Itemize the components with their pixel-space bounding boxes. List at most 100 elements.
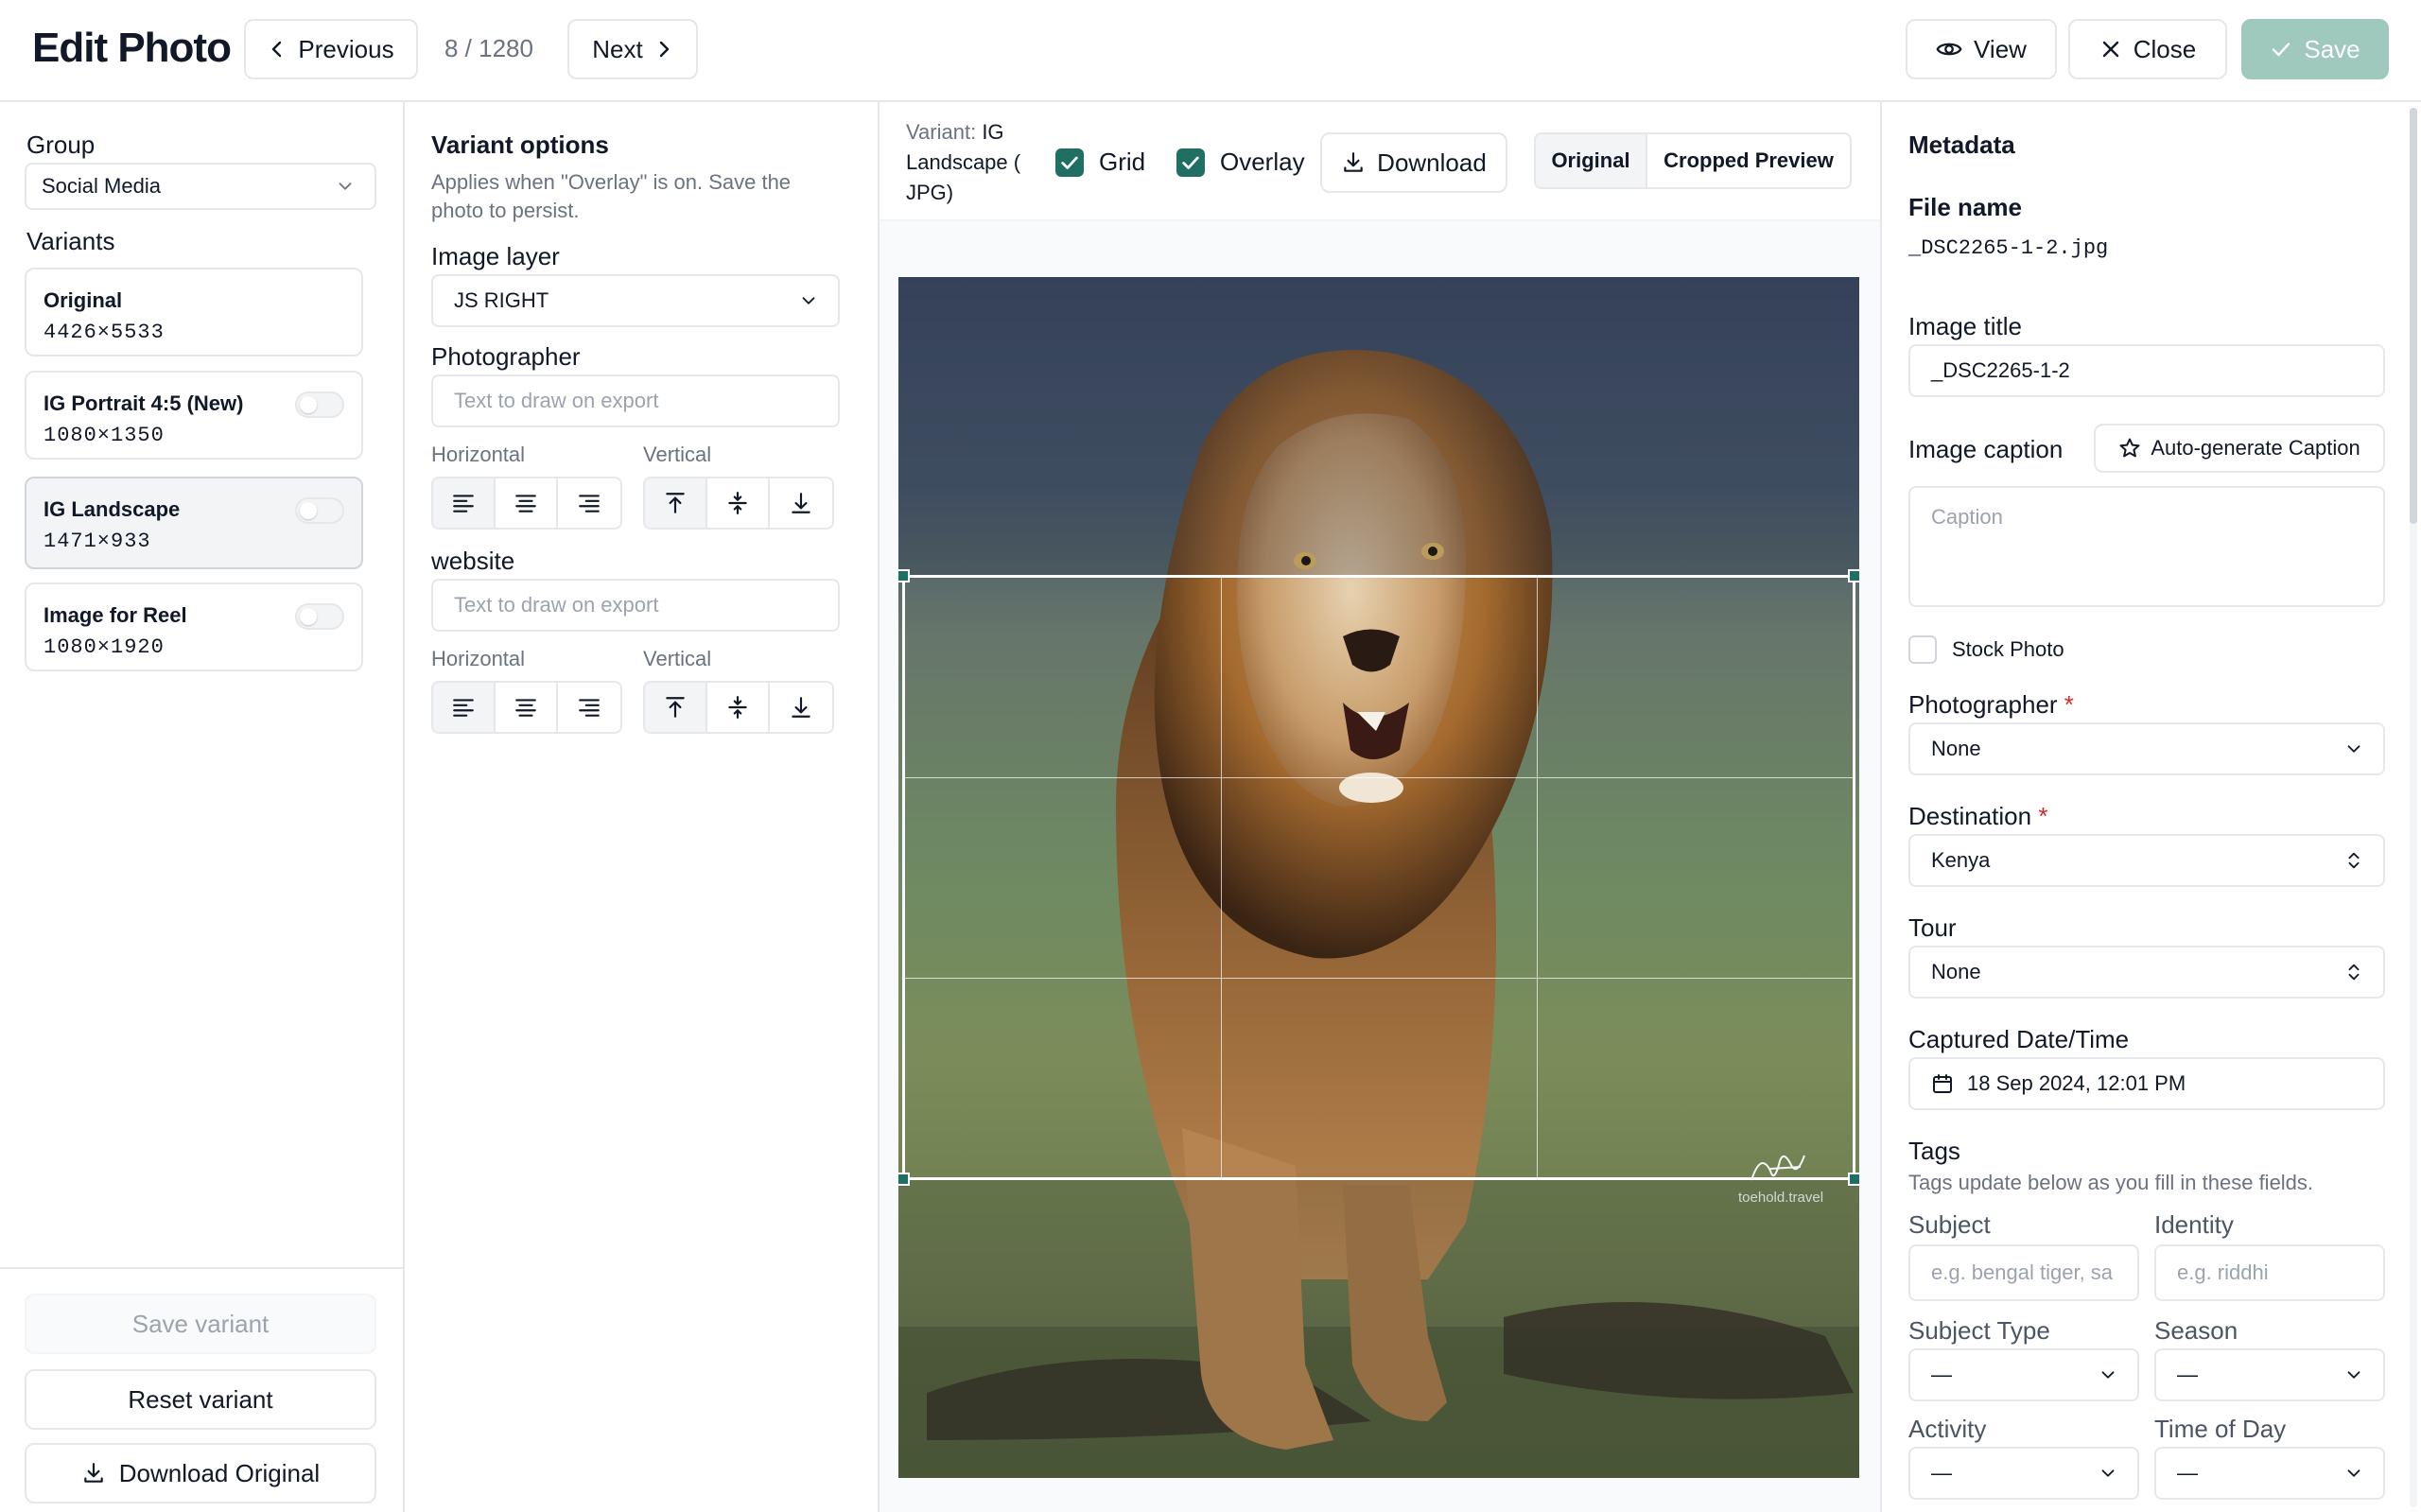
image-layer-label: Image layer [431,242,560,270]
reset-variant-button[interactable]: Reset variant [25,1369,376,1430]
chevron-right-icon [659,41,669,58]
crop-handle-br[interactable] [1848,1173,1859,1186]
download-label: Download [1377,148,1487,177]
next-label: Next [592,34,643,63]
align-top-button[interactable] [645,683,707,732]
subject-type-select[interactable]: — [1908,1348,2139,1401]
image-layer-select[interactable]: JS RIGHT [431,274,840,327]
identity-input[interactable]: e.g. riddhi [2154,1244,2385,1301]
star-icon [2119,438,2140,458]
image-layer-value: JS RIGHT [454,288,549,312]
destination-value: Kenya [1931,848,1991,872]
align-top-button[interactable] [645,478,707,528]
caption-placeholder: Caption [1931,505,2003,529]
crop-grid-h2 [905,977,1853,979]
time-of-day-select[interactable]: — [2154,1447,2385,1500]
website-input[interactable]: Text to draw on export [431,579,840,632]
variant-name-line3: JPG) [906,181,954,204]
align-bottom-button[interactable] [770,478,832,528]
align-bottom-button[interactable] [770,683,832,732]
align-right-button[interactable] [558,683,620,732]
horizontal-label-2: Horizontal [431,647,526,670]
variant-name-line1: IG [982,120,1004,144]
chevron-left-icon [272,41,282,58]
view-button[interactable]: View [1906,19,2057,79]
variant-toggle[interactable] [295,391,344,418]
chevron-down-icon [2347,745,2360,753]
tour-select[interactable]: None [1908,946,2385,999]
tab-original[interactable]: Original [1536,134,1647,187]
overlay-checkbox[interactable]: Overlay [1176,148,1305,177]
crop-handle-tl[interactable] [898,569,910,582]
photographer-value: None [1931,737,1981,760]
download-original-button[interactable]: Download Original [25,1443,376,1503]
previous-button[interactable]: Previous [244,19,418,79]
variant-card-original[interactable]: Original 4426×5533 [25,268,363,356]
download-icon [84,1463,103,1483]
identity-placeholder: e.g. riddhi [2177,1260,2269,1284]
grid-check [1055,148,1084,177]
chevron-down-icon [339,182,352,190]
variant-toggle[interactable] [295,603,344,630]
tab-cropped-preview[interactable]: Cropped Preview [1647,134,1850,187]
next-button[interactable]: Next [567,19,698,79]
variant-options-panel: Variant options Applies when "Overlay" i… [405,102,880,1512]
preview-tabs: Original Cropped Preview [1534,132,1852,189]
chevron-down-icon [802,297,815,304]
align-left-button[interactable] [433,683,496,732]
photographer-select[interactable]: None [1908,722,2385,775]
crop-handle-tr[interactable] [1848,569,1859,582]
captured-label: Captured Date/Time [1908,1025,2130,1053]
season-select[interactable]: — [2154,1348,2385,1401]
align-middle-button[interactable] [707,478,770,528]
page-title: Edit Photo [32,25,232,71]
variant-card-ig-portrait[interactable]: IG Portrait 4:5 (New) 1080×1350 [25,371,363,460]
image-title-input[interactable]: _DSC2265-1-2 [1908,344,2385,397]
download-icon [1344,152,1363,172]
tags-hint: Tags update below as you fill in these f… [1908,1171,2314,1194]
subject-input[interactable]: e.g. bengal tiger, sa [1908,1244,2139,1301]
file-name-label: File name [1908,193,2022,221]
previous-label: Previous [298,34,394,63]
grid-checkbox[interactable]: Grid [1055,148,1145,177]
close-button[interactable]: Close [2068,19,2227,79]
save-variant-label: Save variant [131,1309,270,1338]
stock-photo-checkbox[interactable]: Stock Photo [1908,635,2064,664]
image-title-label: Image title [1908,312,2022,340]
photo-canvas[interactable]: toehold.travel [898,277,1859,1478]
align-left-button[interactable] [433,478,496,528]
crop-rectangle[interactable] [898,569,1859,1186]
variant-card-reel[interactable]: Image for Reel 1080×1920 [25,582,363,671]
chevron-down-icon [2347,1371,2360,1379]
season-value: — [2177,1363,2198,1386]
align-middle-button[interactable] [707,683,770,732]
metadata-scrollbar[interactable] [2410,108,2417,1507]
photographer-overlay-input[interactable]: Text to draw on export [431,374,840,427]
variant-toggle[interactable] [295,497,344,524]
file-name-value: _DSC2265-1-2.jpg [1908,236,2109,260]
crop-grid-h1 [905,777,1853,779]
destination-select[interactable]: Kenya [1908,834,2385,887]
metadata-scroll-thumb[interactable] [2410,108,2417,524]
save-button[interactable]: Save [2241,19,2389,79]
align-left-icon [453,699,474,717]
save-variant-button[interactable]: Save variant [25,1294,376,1354]
align-center-button[interactable] [496,683,558,732]
download-button[interactable]: Download [1320,132,1507,193]
caption-textarea[interactable]: Caption [1908,486,2385,607]
group-select[interactable]: Social Media [25,163,376,210]
align-right-button[interactable] [558,478,620,528]
group-label: Group [26,130,96,159]
season-label: Season [2154,1316,2238,1345]
align-top-icon [666,493,685,513]
align-bottom-icon [792,697,810,718]
align-top-icon [666,697,685,718]
align-center-button[interactable] [496,478,558,528]
time-of-day-label: Time of Day [2154,1415,2287,1443]
captured-date-input[interactable]: 18 Sep 2024, 12:01 PM [1908,1057,2385,1110]
variant-card-ig-landscape[interactable]: IG Landscape 1471×933 [25,477,363,569]
auto-generate-caption-button[interactable]: Auto-generate Caption [2094,424,2385,473]
crop-handle-bl[interactable] [898,1173,910,1186]
activity-select[interactable]: — [1908,1447,2139,1500]
variant-dims: 1471×933 [44,530,151,553]
